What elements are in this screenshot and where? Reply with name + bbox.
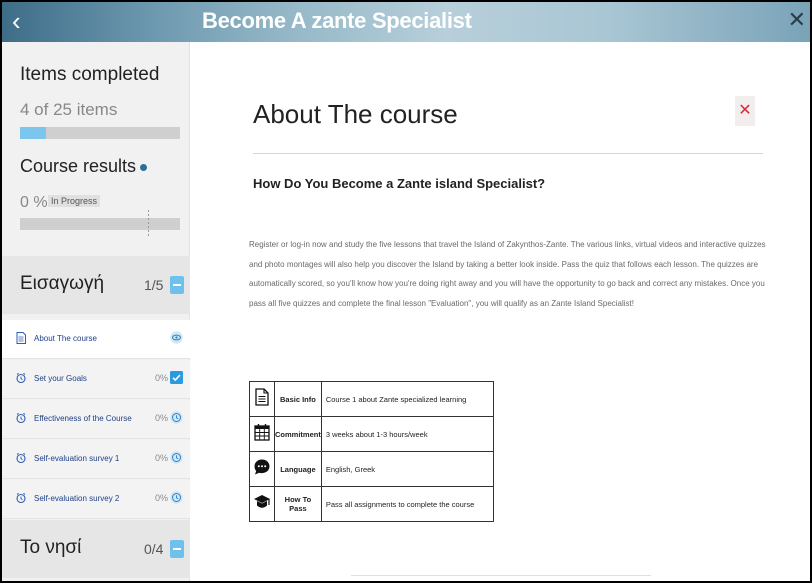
results-percent: 0 % [20,194,48,211]
results-progress-bar [20,210,180,238]
graduation-cap-icon [254,494,270,508]
back-button[interactable]: ‹ [12,6,21,36]
items-count: 4 of 25 items [20,100,118,119]
section-name: Εισαγωγή [20,273,105,294]
divider [351,575,651,576]
clock-status-icon [170,451,183,464]
info-icon[interactable] [140,163,148,171]
lesson-percent: 0% [155,453,169,463]
lesson-name: About The course [34,334,98,343]
lesson-self-evaluation-2[interactable]: Self-evaluation survey 2 0% [2,480,190,519]
lesson-name: Self-evaluation survey 1 [34,454,120,463]
section-intro[interactable]: Εισαγωγή 1/5 [2,256,190,314]
sidebar: Items completed 4 of 25 items Course res… [2,42,190,581]
table-icon-cell [249,416,275,452]
table-row: Basic Info Course 1 about Zante speciali… [249,381,495,417]
status-badge: In Progress [48,195,101,207]
calendar-icon [254,423,270,441]
course-header: ‹ Become A zante Specialist ✕ [2,2,810,42]
table-value: English, Greek [320,451,495,487]
alarm-clock-icon [16,452,26,464]
table-value: 3 weeks about 1-3 hours/week [320,416,495,452]
course-info-table: Basic Info Course 1 about Zante speciali… [249,381,495,522]
divider [253,153,763,154]
table-icon-cell [249,451,275,487]
lesson-about-the-course[interactable]: About The course [2,320,190,359]
lesson-self-evaluation-1[interactable]: Self-evaluation survey 1 0% [2,440,190,479]
table-key: How To Pass [274,486,322,522]
items-completed-title: Items completed [20,64,160,85]
items-progress-bar [20,127,180,139]
course-results-title: Course results [20,156,148,177]
lesson-description: Register or log-in now and study the fiv… [249,240,766,308]
table-row: Language English, Greek [249,451,495,487]
close-lesson-button[interactable]: ✕ [735,96,755,126]
lesson-content: About The course ✕ How Do You Become a Z… [191,42,810,581]
table-value: Pass all assignments to complete the cou… [320,486,495,522]
table-key: Basic Info [274,381,322,417]
close-icon[interactable]: ✕ [788,8,806,32]
table-value: Course 1 about Zante specialized learnin… [320,381,495,417]
checkmark-icon [170,371,183,384]
section-count: 1/5 [144,277,164,293]
table-key: Commitment [274,416,322,452]
section-name: Το νησί [20,537,82,558]
lesson-name: Effectiveness of the Course [34,414,132,423]
eye-icon [170,331,183,344]
pass-mark-tick [148,210,149,238]
lesson-subtitle: How Do You Become a Zante island Special… [253,176,546,191]
clock-status-icon [170,491,183,504]
collapse-toggle-icon[interactable] [170,540,184,558]
table-icon-cell [249,381,275,417]
app-window: ‹ Become A zante Specialist ✕ Items comp… [0,0,812,583]
course-results-label: Course results [20,156,137,176]
section-island[interactable]: Το νησί 0/4 [2,520,190,578]
alarm-clock-icon [16,492,26,504]
section-count: 0/4 [144,541,164,557]
collapse-toggle-icon[interactable] [170,276,184,294]
document-icon [16,332,26,344]
lesson-name: Self-evaluation survey 2 [34,494,120,503]
lesson-percent: 0% [155,413,169,423]
table-row: How To Pass Pass all assignments to comp… [249,486,495,522]
lesson-set-your-goals[interactable]: Set your Goals 0% [2,360,190,399]
lesson-percent: 0% [155,373,169,383]
table-key: Language [274,451,322,487]
alarm-clock-icon [16,372,26,384]
items-progress-fill [20,127,46,139]
lesson-percent: 0% [155,493,169,503]
alarm-clock-icon [16,412,26,424]
chat-bubble-icon [254,459,270,474]
document-icon [255,387,269,406]
clock-status-icon [170,411,183,424]
lesson-effectiveness[interactable]: Effectiveness of the Course 0% [2,400,190,439]
page-title: About The course [253,99,458,129]
course-title: Become A zante Specialist [202,8,472,33]
table-row: Commitment 3 weeks about 1-3 hours/week [249,416,495,452]
lesson-name: Set your Goals [34,374,87,383]
table-icon-cell [249,486,275,522]
